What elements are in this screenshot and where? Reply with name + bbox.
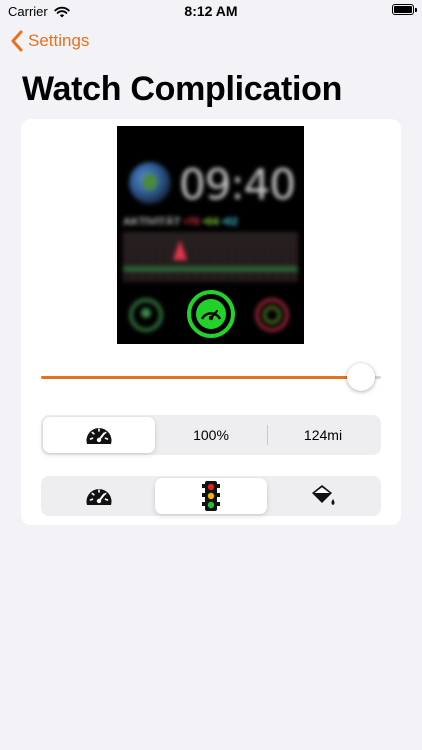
segment-speedometer[interactable] [43,417,155,453]
speedometer-complication [187,290,235,338]
segment-percent[interactable]: 100% [155,417,267,453]
exercise-value: •04 [202,216,219,228]
slider-track-filled [41,376,357,379]
speedometer-icon [84,483,114,509]
globe-icon [129,162,171,204]
stand-value: •02 [221,216,238,228]
status-time: 8:12 AM [184,3,238,19]
activity-row: AKTIVITÄT •70 •04 •02 [123,216,238,228]
size-slider[interactable] [41,363,381,391]
watch-preview: 09:40 AKTIVITÄT •70 •04 •02 [117,126,304,344]
activity-rings-icon [255,298,289,332]
settings-card: 09:40 AKTIVITÄT •70 •04 •02 100% 124mi [21,119,401,525]
timer-complication-icon [129,298,163,332]
segment-distance-label: 124mi [303,427,343,443]
segment-style-speedometer[interactable] [43,478,155,514]
battery-icon [392,4,417,15]
activity-graph [123,232,298,282]
move-value: •70 [183,216,200,228]
style-segmented-control [41,476,381,516]
segment-divider [267,425,268,445]
slider-thumb[interactable] [347,363,375,391]
watch-time: 09:40 [179,160,296,209]
segment-style-paint-bucket[interactable] [267,478,379,514]
segment-distance[interactable]: 124mi [267,417,379,453]
traffic-light-icon [198,480,224,512]
segment-style-traffic-light[interactable] [155,478,267,514]
paint-bucket-icon [308,482,338,510]
back-button[interactable]: Settings [10,30,89,52]
activity-strip [123,266,298,272]
activity-label: AKTIVITÄT [123,216,181,228]
back-label: Settings [28,31,90,50]
chevron-left-icon [11,30,23,52]
status-bar: Carrier 8:12 AM [0,0,422,22]
display-mode-segmented-control: 100% 124mi [41,415,381,455]
segment-percent-label: 100% [193,427,229,443]
speedometer-icon [196,299,226,329]
speedometer-icon [84,422,114,448]
page-title: Watch Complication [22,70,343,108]
